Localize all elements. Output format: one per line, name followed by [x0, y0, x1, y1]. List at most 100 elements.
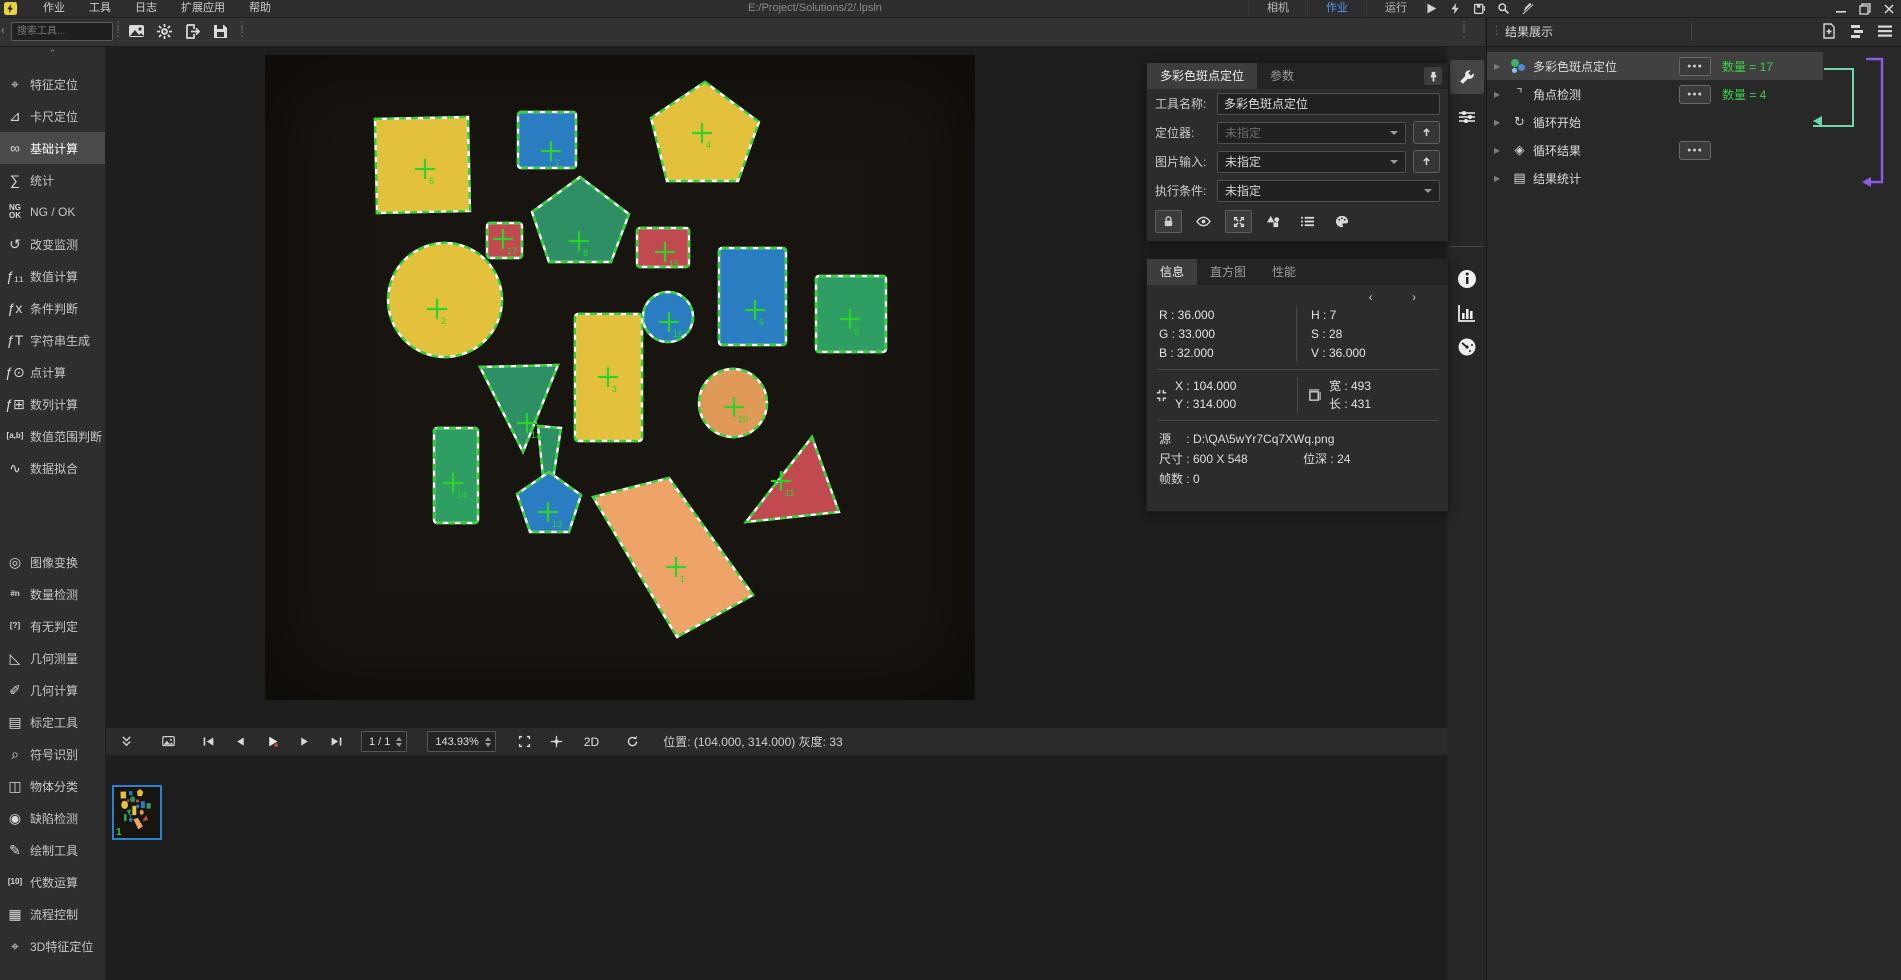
export-icon[interactable]: [184, 23, 201, 40]
histogram-icon[interactable]: [1450, 296, 1484, 330]
performance-gauge-icon[interactable]: [1450, 330, 1484, 364]
save-icon[interactable]: [212, 23, 229, 40]
tab-tool[interactable]: 多彩色斑点定位: [1147, 63, 1257, 89]
sidebar-collapse-icon[interactable]: ‹: [1, 25, 5, 37]
run-play-icon[interactable]: [1425, 2, 1438, 15]
list-icon[interactable]: [1295, 211, 1320, 232]
menu-item[interactable]: 日志: [123, 0, 169, 17]
frame-spinner[interactable]: 1 / 1: [361, 731, 407, 752]
close-icon[interactable]: [1883, 3, 1895, 15]
layers-icon[interactable]: [1849, 23, 1865, 39]
menu-item[interactable]: 作业: [31, 0, 77, 17]
sidebar-item-symbol-recognize[interactable]: ⌕符号识别: [0, 738, 105, 770]
sidebar-item-basic-calc[interactable]: ∞基础计算: [0, 132, 105, 164]
panel-drag-handle[interactable]: ⋮⋮: [1491, 29, 1501, 34]
center-crosshair-icon[interactable]: [544, 732, 570, 752]
info-page-arrows[interactable]: ‹ ›: [1147, 285, 1448, 304]
tool-name-input[interactable]: [1217, 93, 1440, 115]
mode-tab[interactable]: 运行: [1366, 0, 1426, 17]
detected-blob[interactable]: [593, 478, 753, 637]
add-result-icon[interactable]: [1821, 23, 1837, 39]
result-item[interactable]: ▶▤结果统计: [1487, 164, 1901, 192]
last-frame-icon[interactable]: [323, 732, 349, 752]
tab-params[interactable]: 参数: [1257, 63, 1307, 89]
tab-histogram[interactable]: 直方图: [1197, 259, 1259, 285]
palette-icon[interactable]: [1329, 211, 1354, 232]
image-input-link-button[interactable]: [1413, 150, 1440, 173]
sidebar-item-algebra-op[interactable]: [10]代数运算: [0, 866, 105, 898]
info-icon[interactable]: [1450, 262, 1484, 296]
sidebar-item-condition-judge[interactable]: ƒx条件判断: [0, 292, 105, 324]
expand-roi-icon[interactable]: [1225, 210, 1252, 233]
2d-mode-button[interactable]: 2D: [578, 735, 605, 749]
pin-icon[interactable]: [1424, 67, 1442, 85]
expand-arrow-icon[interactable]: ▶: [1494, 90, 1509, 99]
sidebar-item-string-generate[interactable]: ƒT字符串生成: [0, 324, 105, 356]
locator-link-button[interactable]: [1413, 121, 1440, 144]
more-button[interactable]: ●●●: [1679, 57, 1711, 76]
sidebar-item-change-monitor[interactable]: ↺改变监测: [0, 228, 105, 260]
result-item[interactable]: ▶多彩色斑点定位●●●数量 = 17: [1487, 52, 1901, 80]
play-icon[interactable]: [259, 732, 285, 752]
fit-view-icon[interactable]: [512, 732, 538, 752]
frame-thumbnail[interactable]: 1: [112, 785, 162, 840]
locator-select[interactable]: 未指定: [1217, 122, 1406, 144]
panel-drag-handle[interactable]: ⋮⋮: [1458, 23, 1461, 41]
sidebar-item-caliper-locate[interactable]: ⊿卡尺定位: [0, 100, 105, 132]
device-save-icon[interactable]: [1473, 2, 1486, 15]
loop-refresh-icon[interactable]: [619, 732, 645, 752]
mode-tab[interactable]: 相机: [1248, 0, 1307, 17]
detected-blob[interactable]: [532, 177, 629, 262]
search-input[interactable]: [11, 22, 113, 41]
more-button[interactable]: ●●●: [1679, 141, 1711, 160]
zoom-spinner-arrows[interactable]: [485, 737, 491, 747]
menu-item[interactable]: 工具: [77, 0, 123, 17]
expand-arrow-icon[interactable]: ▶: [1494, 146, 1509, 155]
pen-disabled-icon[interactable]: [1521, 2, 1534, 15]
minimize-icon[interactable]: [1835, 3, 1847, 15]
sidebar-item-range-judge[interactable]: [a,b]数值范围判断: [0, 420, 105, 452]
detected-blob[interactable]: [434, 428, 478, 523]
sidebar-item-feature-locate[interactable]: ⌖特征定位: [0, 68, 105, 100]
list-view-icon[interactable]: [1877, 23, 1893, 39]
sidebar-item-ng-ok[interactable]: NG OKNG / OK: [0, 196, 105, 228]
shapes-icon[interactable]: [1261, 211, 1286, 232]
sidebar-item-data-fit[interactable]: ∿数据拟合: [0, 452, 105, 484]
sidebar-item-point-calc[interactable]: ƒ⊙点计算: [0, 356, 105, 388]
sidebar-item-count-detect[interactable]: #n数量检测: [0, 578, 105, 610]
lightning-icon[interactable]: [1449, 2, 1462, 15]
menu-item[interactable]: 扩展应用: [169, 0, 237, 17]
image-source-icon[interactable]: [128, 23, 145, 40]
detected-blob[interactable]: [746, 437, 839, 522]
expand-arrow-icon[interactable]: ▶: [1494, 174, 1509, 183]
sliders-icon[interactable]: [1450, 100, 1484, 134]
sidebar-item-object-classify[interactable]: ◫物体分类: [0, 770, 105, 802]
sidebar-collapse-caret-icon[interactable]: ⌃: [0, 46, 105, 60]
expand-arrow-icon[interactable]: ▶: [1494, 118, 1509, 127]
result-item[interactable]: ▶◈循环结果●●●: [1487, 136, 1901, 164]
search-icon[interactable]: [1497, 2, 1510, 15]
detected-blob[interactable]: [637, 228, 689, 267]
detected-blob[interactable]: [518, 112, 576, 168]
eye-icon[interactable]: [1191, 211, 1216, 232]
sidebar-item-defect-detect[interactable]: ◉缺陷检测: [0, 802, 105, 834]
sidebar-item-image-transform[interactable]: ◎图像变换: [0, 546, 105, 578]
sidebar-item-geometry-measure[interactable]: ◺几何测量: [0, 642, 105, 674]
sidebar-item-presence-judge[interactable]: [?]有无判定: [0, 610, 105, 642]
exec-condition-select[interactable]: 未指定: [1217, 180, 1440, 202]
sidebar-item-calibration-tool[interactable]: ▤标定工具: [0, 706, 105, 738]
gear-icon[interactable]: [156, 23, 173, 40]
detected-blob[interactable]: [375, 117, 470, 213]
image-display-icon[interactable]: [155, 732, 181, 752]
sidebar-item-flow-control[interactable]: ▦流程控制: [0, 898, 105, 930]
tab-info[interactable]: 信息: [1147, 259, 1197, 285]
detected-blob[interactable]: [719, 248, 786, 345]
sidebar-item-statistics[interactable]: ∑统计: [0, 164, 105, 196]
mode-tab[interactable]: 作业: [1307, 0, 1366, 17]
maximize-icon[interactable]: [1859, 3, 1871, 15]
sidebar-item-array-calc[interactable]: ƒ⊞数列计算: [0, 388, 105, 420]
sidebar-item-3d-feature-locate[interactable]: ⌖3D特征定位: [0, 930, 105, 962]
collapse-toolbar-icon[interactable]: [113, 732, 139, 752]
inspection-image[interactable]: 5741781526169310121413111: [265, 55, 975, 700]
sidebar-item-draw-tool[interactable]: ✎绘制工具: [0, 834, 105, 866]
